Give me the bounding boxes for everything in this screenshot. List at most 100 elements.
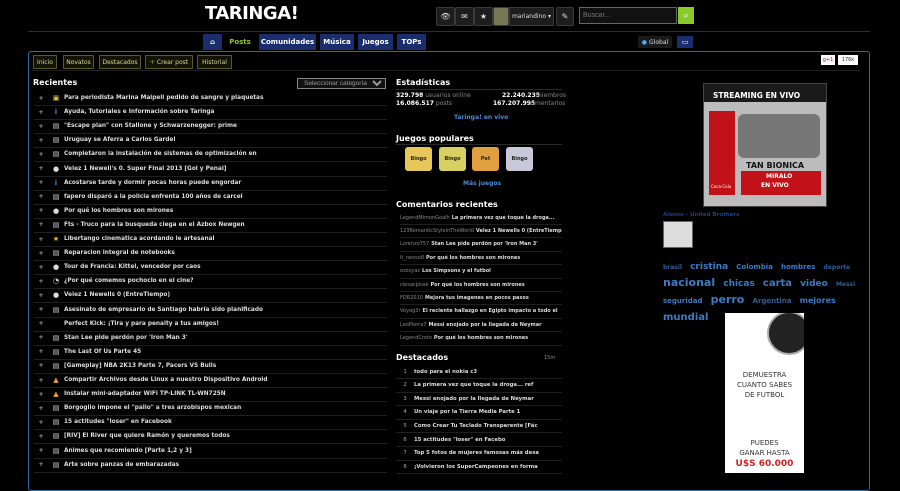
tab-musica[interactable]: Música <box>320 34 354 50</box>
list-item[interactable]: + Perfect Kick: ¡Tira y para penalty a tu… <box>34 317 387 332</box>
expand-icon[interactable]: + <box>34 137 48 144</box>
comment-text[interactable]: Por qué los hombres son mirones <box>430 282 524 288</box>
subtab-inicio[interactable]: Inicio <box>33 55 57 69</box>
expand-icon[interactable]: + <box>34 278 48 285</box>
user-menu[interactable]: mariandino ▾ <box>509 7 554 26</box>
expand-icon[interactable]: + <box>34 433 48 440</box>
comment-row[interactable]: clesacpisse Por qué los hombres son miron… <box>400 278 562 292</box>
comment-user[interactable]: LegendMimonGoalh <box>400 215 450 221</box>
mas-juegos-link[interactable]: Más juegos <box>463 180 501 187</box>
tag-link[interactable]: mundial <box>663 312 708 323</box>
expand-icon[interactable]: + <box>34 377 48 384</box>
expand-icon[interactable]: + <box>34 461 48 468</box>
game-bingo-1[interactable]: Bingo <box>405 147 432 171</box>
search-icon[interactable]: ⌕ <box>678 7 694 24</box>
destacado-row[interactable]: 4 Un viaje por la Tierra Media Parte 1 <box>396 406 562 420</box>
comment-text[interactable]: Por qué los hombres son mirones <box>426 255 520 261</box>
expand-icon[interactable]: + <box>34 95 48 102</box>
comment-user[interactable]: FDR2010 <box>400 295 423 301</box>
crear-post-button[interactable]: + Crear post <box>145 55 193 69</box>
list-item[interactable]: + ● Velez 1 Newells 0 (EntreTiempo) <box>34 288 387 304</box>
tag-link[interactable]: Colombia <box>736 263 773 271</box>
comment-row[interactable]: LegendCroto Por qué los hombres son miron… <box>400 332 562 346</box>
list-item[interactable]: + i Acostarse tarde y dormir pocas horas p… <box>34 176 387 191</box>
list-item[interactable]: + ▤ Animes que recomiendo [Parte 1,2 y 3] <box>34 444 387 459</box>
list-item[interactable]: + ▤ Uruguay se Aferra a Carlos Gardel <box>34 133 387 149</box>
tab-juegos[interactable]: Juegos <box>358 34 393 50</box>
comment-text[interactable]: Velez 1 Newells 0 (EntreTiempo) <box>476 228 562 234</box>
list-item[interactable]: + ▤ Arte sobre panzas de embarazadas <box>34 458 387 473</box>
google-plus-button[interactable]: g+1 <box>821 55 835 65</box>
expand-icon[interactable]: + <box>34 405 48 412</box>
expand-icon[interactable]: + <box>34 447 48 454</box>
subtab-novatos[interactable]: Novatos <box>63 55 94 69</box>
mail-icon[interactable]: ✉ <box>455 7 474 26</box>
expand-icon[interactable]: + <box>34 221 48 228</box>
tab-tops[interactable]: TOPs <box>397 34 426 50</box>
global-button[interactable]: ● Global <box>638 36 672 48</box>
comment-user[interactable]: LegendCroto <box>400 335 432 341</box>
star-icon[interactable]: ★ <box>474 7 493 26</box>
home-icon[interactable]: ⌂ <box>203 34 222 50</box>
list-item[interactable]: + ▤ Reparacion integral de notebooks <box>34 246 387 262</box>
game-pet[interactable]: Pet <box>472 147 499 171</box>
game-bingo-3[interactable]: Bingo <box>506 147 533 171</box>
expand-icon[interactable]: + <box>34 320 48 327</box>
expand-icon[interactable]: + <box>34 207 48 214</box>
tag-link[interactable]: carta <box>763 278 792 289</box>
tag-link[interactable]: perro <box>711 293 745 306</box>
expand-icon[interactable]: + <box>34 236 48 243</box>
expand-icon[interactable]: + <box>34 123 48 130</box>
expand-icon[interactable]: + <box>34 391 48 398</box>
comment-user[interactable]: clesacpisse <box>400 282 428 288</box>
tanbionica-ad[interactable]: STREAMING EN VIVO Coca-Cola TAN BIONICA … <box>703 83 827 207</box>
tag-link[interactable]: Argentina <box>752 297 791 305</box>
comment-user[interactable]: Voyag3r <box>400 308 421 314</box>
destacado-row[interactable]: 1 todo para el nokia c3 <box>396 365 562 379</box>
expand-icon[interactable]: + <box>34 334 48 341</box>
comment-text[interactable]: Stan Lee pide perdón por 'Iron Man 3' <box>431 241 538 247</box>
comment-row[interactable]: LeoPierra7 Messi enojado por la llegada d… <box>400 318 562 333</box>
comment-row[interactable]: lt_neoso8 Por qué los hombres son mirones <box>400 251 562 266</box>
list-item[interactable]: + ▲ Compartir Archivos desde Linux a nuest… <box>34 373 387 388</box>
tab-comunidades[interactable]: Comunidades <box>259 34 316 50</box>
list-item[interactable]: + ▤ Asesinato de empresario de Santiago ha… <box>34 303 387 318</box>
category-select[interactable]: Seleccionar categoría <box>297 78 386 89</box>
list-item[interactable]: + ▤ [Gameplay] NBA 2K13 Parte 7, Pacers VS… <box>34 359 387 374</box>
tag-link[interactable]: chicas <box>723 279 755 289</box>
expand-icon[interactable]: + <box>34 419 48 426</box>
tag-link[interactable]: cristina <box>690 262 728 272</box>
comment-row[interactable]: 123RomanticStyleInTheWorld Velez 1 Newell… <box>400 224 562 239</box>
list-item[interactable]: + ● Tour de Francia: Kittel, vencedor por … <box>34 260 387 276</box>
tag-link[interactable]: Messi <box>836 281 855 288</box>
destacado-row[interactable]: 2 La primera vez que toque la droga... re… <box>396 379 562 393</box>
expand-icon[interactable]: + <box>34 250 48 257</box>
tag-link[interactable]: nacional <box>663 276 715 289</box>
comment-user[interactable]: lt_neoso8 <box>400 255 424 261</box>
expand-icon[interactable]: + <box>34 193 48 200</box>
comment-row[interactable]: LegendMimonGoalh La primera vez que toque… <box>400 211 562 225</box>
expand-icon[interactable]: + <box>34 362 48 369</box>
tag-link[interactable]: mejores <box>800 296 836 305</box>
comment-text[interactable]: Mejora tus imagenes en pocos pasos <box>425 295 529 301</box>
taringa-en-vivo-link[interactable]: Taringa! en vivo <box>454 114 508 121</box>
list-item[interactable]: + ★ Libertango cinematica acordando le art… <box>34 232 387 247</box>
expand-icon[interactable]: + <box>34 179 48 186</box>
list-item[interactable]: + ▤ fapero disparó a la policia enfrenta 1… <box>34 190 387 205</box>
expand-icon[interactable]: + <box>34 151 48 158</box>
list-item[interactable]: + ▣ Para periodista Marina Maipeli pedido … <box>34 91 387 106</box>
list-item[interactable]: + ▤ Fts - Truco para la busqueda ciega en … <box>34 218 387 233</box>
list-item[interactable]: + ▤ The Last Of Us Parte 45 <box>34 345 387 360</box>
list-item[interactable]: + ▤ "Escape plan" con Stallone y Schwarzen… <box>34 119 387 135</box>
expand-icon[interactable]: + <box>34 165 48 172</box>
list-item[interactable]: + ● Por qué los hombres son mirones <box>34 204 387 219</box>
comment-user[interactable]: Lorenzo757 <box>400 241 429 247</box>
list-item[interactable]: + ▤ 15 actitudes "loser" en Facebook <box>34 415 387 431</box>
comment-text[interactable]: Messi enojado por la llegada de Neymar <box>428 322 541 328</box>
destacado-row[interactable]: 3 Messi enojado por la llegada de Neymar <box>396 392 562 407</box>
avatar[interactable] <box>493 7 509 26</box>
user-thumbnail[interactable] <box>663 221 693 248</box>
tag-link[interactable]: deporte <box>824 264 851 271</box>
search-input[interactable] <box>579 7 677 24</box>
comment-user[interactable]: 123RomanticStyleInTheWorld <box>400 228 474 234</box>
